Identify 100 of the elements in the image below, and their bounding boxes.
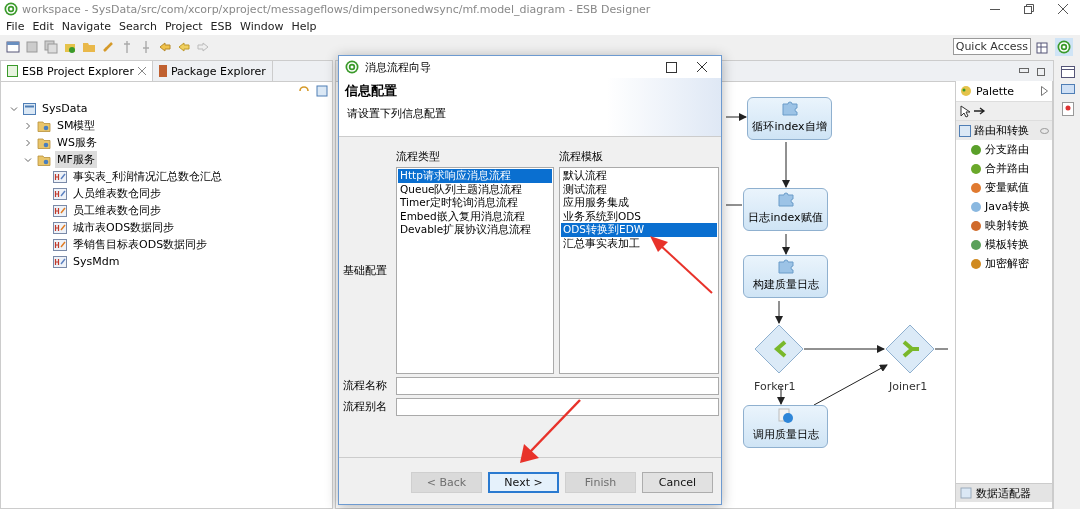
- tree-item[interactable]: 员工维表数仓同步: [71, 202, 163, 219]
- tree-item[interactable]: WS服务: [55, 134, 99, 151]
- node-label: Joiner1: [889, 380, 928, 393]
- dialog-heading: 信息配置: [345, 82, 398, 100]
- expanded-chevron-icon[interactable]: [24, 155, 32, 164]
- menu-item[interactable]: Project: [160, 20, 207, 33]
- close-icon[interactable]: [697, 62, 707, 72]
- list-item[interactable]: 默认流程: [561, 169, 717, 183]
- puzzle-icon: [780, 100, 799, 116]
- join-node[interactable]: [885, 324, 935, 374]
- input-field[interactable]: [396, 377, 719, 395]
- palette-item[interactable]: 模板转换: [985, 237, 1029, 252]
- palette-item[interactable]: 加密解密: [985, 256, 1029, 271]
- connector-arrow: [782, 233, 790, 255]
- new-window-icon[interactable]: [6, 39, 20, 54]
- palette-item[interactable]: 合并路由: [985, 161, 1029, 176]
- field-label: 流程别名: [343, 400, 388, 414]
- tree-item[interactable]: 事实表_利润情况汇总数仓汇总: [71, 168, 224, 185]
- forward-icon[interactable]: [196, 39, 210, 54]
- dialog-title: 消息流程向导: [365, 59, 432, 75]
- list-item[interactable]: Embed嵌入复用消息流程: [398, 209, 552, 223]
- palette-item[interactable]: 分支路由: [985, 142, 1029, 157]
- tool-icon: [970, 257, 982, 270]
- fork-node[interactable]: [754, 324, 804, 374]
- menu-item[interactable]: Navigate: [57, 20, 116, 33]
- flow-template-list[interactable]: 默认流程 测试流程 应用服务集成 业务系统到ODS ODS转换到EDW 汇总事实表加工: [559, 167, 719, 374]
- palette-icon: [960, 85, 972, 97]
- explorer-tab[interactable]: Package Explorer: [152, 61, 273, 81]
- group-icon: [959, 124, 971, 137]
- collapsed-chevron-icon[interactable]: [24, 121, 32, 130]
- save-icon[interactable]: [25, 39, 39, 54]
- tree-item[interactable]: SysMdm: [71, 254, 122, 269]
- annotation-arrow: [520, 399, 581, 463]
- flow-node[interactable]: 循环index自增: [747, 97, 832, 140]
- dialog-logo-icon: [345, 60, 359, 74]
- tool-icon: [970, 181, 982, 194]
- minimize-icon[interactable]: [1019, 68, 1029, 74]
- node-label: Forker1: [754, 380, 796, 393]
- expand-arrow-icon[interactable]: [1041, 86, 1048, 96]
- dialog-button[interactable]: Cancel: [642, 472, 713, 493]
- list-item[interactable]: 应用服务集成: [561, 196, 717, 210]
- monitor-icon[interactable]: [1061, 84, 1075, 96]
- explorer-tab[interactable]: ESB Project Explorer: [1, 61, 153, 81]
- tree-item[interactable]: 人员维表数仓同步: [71, 185, 163, 202]
- expanded-chevron-icon[interactable]: [10, 104, 18, 113]
- annotation-arrow: [650, 236, 713, 294]
- list-item[interactable]: Queue队列主题消息流程: [398, 182, 552, 196]
- project-explorer-icon: [7, 65, 18, 77]
- palette-item[interactable]: 映射转换: [985, 218, 1029, 233]
- globe-icon: [776, 408, 795, 424]
- restore-icon[interactable]: [1024, 4, 1034, 14]
- flow-node[interactable]: 构建质量日志: [743, 255, 828, 298]
- close-icon[interactable]: [1058, 4, 1068, 14]
- list-item[interactable]: Devable扩展协议消息流程: [398, 223, 552, 237]
- list-item[interactable]: 业务系统到ODS: [561, 209, 717, 223]
- collapsed-chevron-icon[interactable]: [24, 138, 32, 147]
- maximize-icon[interactable]: [666, 61, 677, 73]
- tree-item[interactable]: SM模型: [55, 117, 98, 134]
- list-item[interactable]: 汇总事实表加工: [561, 236, 717, 250]
- connection-arrow-icon[interactable]: [974, 107, 986, 115]
- flow-type-list[interactable]: Http请求响应消息流程 Queue队列主题消息流程 Timer定时轮询消息流程 Embed嵌入复用消息流程 Devable扩展协议消息流程: [396, 167, 554, 374]
- flow-file-icon: [53, 170, 67, 183]
- list-item[interactable]: Http请求响应消息流程: [398, 169, 552, 183]
- tool-icon: [970, 219, 982, 232]
- back-icon[interactable]: [177, 39, 191, 54]
- node-label: 构建质量日志: [752, 277, 819, 292]
- dialog-button[interactable]: Next >: [488, 472, 559, 493]
- palette-item[interactable]: Java转换: [985, 199, 1031, 214]
- flow-file-icon: [53, 238, 67, 251]
- flow-node[interactable]: 日志index赋值: [743, 188, 828, 231]
- pointer-icon[interactable]: [960, 104, 970, 118]
- quick-access-field[interactable]: Quick Access: [952, 38, 1031, 55]
- menu-item[interactable]: File: [2, 20, 29, 33]
- menu-item[interactable]: Search: [115, 20, 161, 33]
- tree-item[interactable]: 季销售目标表ODS数据同步: [71, 236, 210, 253]
- menu-item[interactable]: Window: [236, 20, 288, 33]
- view-icon[interactable]: [1061, 66, 1075, 78]
- open-perspective-icon[interactable]: [1036, 39, 1050, 54]
- tree-item[interactable]: SysData: [40, 101, 90, 116]
- connector-arrow: [725, 113, 747, 121]
- menu-item[interactable]: Edit: [28, 20, 58, 33]
- flow-file-icon: [53, 187, 67, 200]
- puzzle-icon: [776, 258, 795, 274]
- back-icon[interactable]: [158, 39, 172, 54]
- list-item[interactable]: 测试流程: [561, 182, 717, 196]
- input-field[interactable]: [396, 398, 719, 416]
- menu-item[interactable]: ESB: [206, 20, 236, 33]
- project-icon: [23, 102, 36, 115]
- connector-line: [725, 204, 743, 206]
- palette-item[interactable]: 变量赋值: [985, 180, 1029, 195]
- flow-node[interactable]: 调用质量日志: [743, 405, 828, 448]
- menu-item[interactable]: Help: [287, 20, 321, 33]
- list-label: 流程模板: [559, 149, 604, 164]
- tree-item[interactable]: MF服务: [55, 151, 97, 168]
- field-label: 流程名称: [343, 379, 388, 393]
- list-item[interactable]: Timer定时轮询消息流程: [398, 196, 552, 210]
- flow-file-icon: [53, 221, 67, 234]
- save-all-icon[interactable]: [44, 39, 58, 54]
- list-item[interactable]: ODS转换到EDW: [561, 223, 717, 237]
- tree-item[interactable]: 城市表ODS数据同步: [71, 219, 177, 236]
